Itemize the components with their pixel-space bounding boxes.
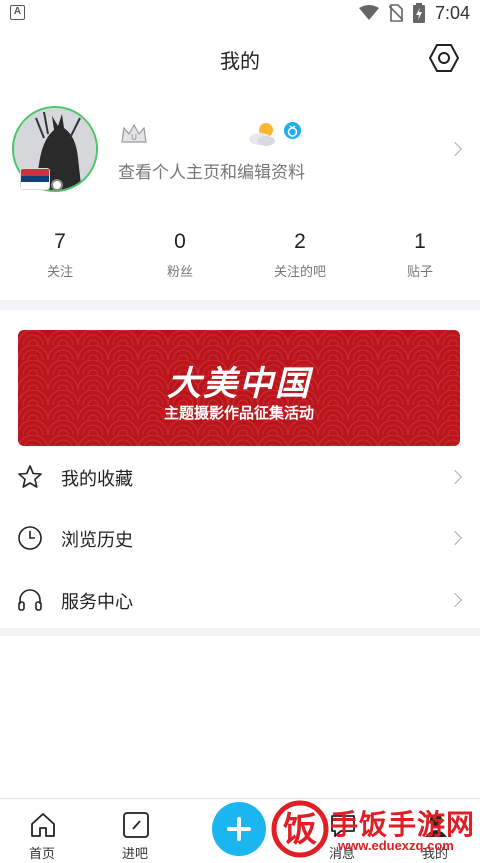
stat-value: 2 (294, 230, 306, 253)
watermark-text: 手饭手游网 (330, 809, 476, 840)
stat-label: 粉丝 (166, 264, 193, 279)
serbia-flag-icon (20, 168, 50, 190)
watermark-glyph: 饭 (283, 810, 317, 850)
edit-square-icon (123, 812, 149, 838)
nav-item-enter-bar[interactable]: 进吧 (95, 799, 175, 863)
stat-fans[interactable]: 0 粉丝 (120, 228, 240, 288)
nav-label: 首页 (28, 846, 55, 861)
nav-item-home[interactable]: 首页 (2, 799, 82, 863)
profile-card[interactable]: U 查看个人主页和编辑资料 (0, 100, 480, 200)
stat-label: 贴子 (406, 264, 433, 279)
stat-value: 0 (174, 230, 186, 253)
headphones-icon (18, 589, 42, 611)
stat-value: 7 (54, 230, 66, 253)
battery-charging-icon (412, 3, 425, 23)
menu-item-favorites[interactable]: 我的收藏 (0, 447, 480, 507)
menu-label: 我的收藏 (61, 469, 133, 489)
stat-value: 1 (414, 230, 426, 253)
crown-level-icon: U (121, 123, 147, 143)
section-divider (0, 300, 480, 310)
menu-label: 服务中心 (61, 592, 133, 612)
watermark-logo: 饭 (271, 800, 329, 858)
stat-label: 关注的吧 (273, 264, 326, 279)
profile-subtitle: 查看个人主页和编辑资料 (118, 163, 305, 182)
svg-text:U: U (131, 133, 137, 142)
menu-item-service-center[interactable]: 服务中心 (0, 570, 480, 630)
stat-followed-bars[interactable]: 2 关注的吧 (240, 228, 360, 288)
chevron-right-icon (447, 141, 463, 157)
status-icons: 7:04 (358, 2, 470, 23)
chevron-right-icon (447, 530, 463, 546)
star-icon (18, 465, 42, 488)
plus-icon (237, 817, 241, 841)
menu-item-history[interactable]: 浏览历史 (0, 508, 480, 568)
clock-icon (18, 526, 42, 550)
section-divider (0, 628, 480, 636)
stat-following[interactable]: 7 关注 (0, 228, 120, 288)
stat-label: 关注 (46, 264, 73, 279)
ring-badge-icon (284, 122, 301, 139)
stat-posts[interactable]: 1 贴子 (360, 228, 480, 288)
header: 我的 (0, 26, 480, 90)
status-time: 7:04 (434, 2, 470, 23)
page-title: 我的 (220, 51, 260, 73)
promo-banner[interactable]: 大美中国 主题摄影作品征集活动 (18, 330, 460, 446)
app-notification-icon: A (10, 5, 25, 20)
no-sim-icon (388, 4, 403, 22)
menu-label: 浏览历史 (61, 530, 133, 550)
status-bar: A 7:04 (0, 0, 480, 26)
watermark-url: www.eduexzq.com (338, 838, 454, 853)
wifi-icon (358, 5, 379, 20)
chevron-right-icon (447, 592, 463, 608)
nav-label: 进吧 (121, 846, 148, 861)
stats-row: 7 关注 0 粉丝 2 关注的吧 1 贴子 (0, 228, 480, 288)
home-icon (31, 813, 55, 837)
avatar-status-badge (51, 179, 63, 191)
sun-cloud-icon (249, 123, 275, 146)
banner-subtitle: 主题摄影作品征集活动 (163, 405, 314, 422)
banner-title: 大美中国 (167, 364, 311, 404)
settings-icon[interactable] (428, 42, 460, 74)
post-button[interactable] (212, 802, 266, 856)
chevron-right-icon (447, 469, 463, 485)
